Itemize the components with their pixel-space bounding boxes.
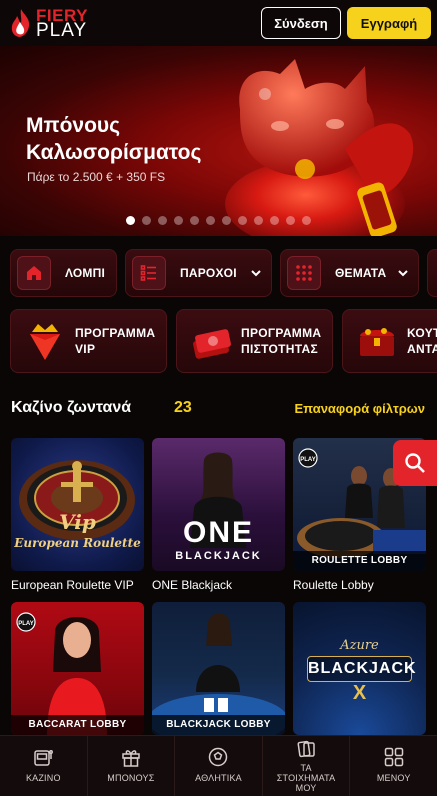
promo-chest-line2: ΑΝΤΑ: [407, 342, 437, 356]
game-thumbnail[interactable]: ONE BLACKJACK: [152, 438, 285, 571]
ruby-crown-icon: [19, 315, 71, 367]
carousel-dot[interactable]: [142, 216, 151, 225]
chip-lobby-label: ΛΟΜΠΙ: [65, 266, 106, 280]
promo-vip-line1: ΠΡΟΓΡΑΜΜΑ: [75, 326, 156, 340]
azure-text: Azure: [340, 638, 379, 653]
play-badge-icon: PLAY: [298, 448, 318, 468]
promo-loyalty-line1: ΠΡΟΓΡΑΜΜΑ: [241, 326, 322, 340]
carousel-dot[interactable]: [126, 216, 135, 225]
carousel-dot[interactable]: [158, 216, 167, 225]
promo-vip-line2: VIP: [75, 342, 96, 356]
flame-icon: [11, 9, 30, 37]
game-card[interactable]: BLACKJACK LOBBY: [152, 602, 285, 742]
one-title-text: ONE: [182, 516, 254, 549]
top-header: FIERY PLAY Σύνδεση Εγγραφή: [0, 0, 437, 46]
grid-dots-icon: [287, 256, 321, 290]
promo-chest[interactable]: ΚΟΥΤ ΑΝΤΑ: [342, 309, 437, 373]
reset-filters-link[interactable]: Επαναφορά φίλτρων: [294, 401, 425, 416]
game-name: Roulette Lobby: [293, 578, 374, 592]
thumb-banner: BLACKJACK LOBBY: [152, 715, 285, 735]
lucky-cat-image: [225, 59, 414, 236]
chip-providers-label: ΠΑΡΟΧΟΙ: [180, 266, 237, 280]
carousel-dot[interactable]: [286, 216, 295, 225]
chip-themes-label: ΘΕΜΑΤΑ: [335, 266, 387, 280]
promo-chest-line1: ΚΟΥΤ: [407, 326, 437, 340]
chevron-down-icon: [398, 270, 408, 277]
game-name: European Roulette VIP: [11, 578, 134, 592]
search-button[interactable]: [393, 440, 437, 486]
hero-banner[interactable]: Μπόνους Καλωσορίσματος Πάρε το 2.500 € +…: [0, 46, 437, 236]
nav-bonus[interactable]: ΜΠΟΝΟΥΣ: [88, 736, 176, 796]
azure-blackjack-text: BLACKJACK: [307, 656, 416, 682]
section-count: 23: [174, 399, 192, 416]
game-thumbnail[interactable]: PLAY BACCARAT LOBBY: [11, 602, 144, 735]
menu-grid-icon: [384, 747, 403, 767]
carousel-dot[interactable]: [238, 216, 247, 225]
home-icon: [17, 256, 51, 290]
game-card[interactable]: Azure BLACKJACK X: [293, 602, 426, 742]
game-thumbnail[interactable]: Azure BLACKJACK X: [293, 602, 426, 735]
games-grid: Vip European Roulette European Roulette …: [11, 438, 437, 742]
blackjack-subtitle-text: BLACKJACK: [175, 550, 262, 562]
promo-loyalty[interactable]: ΠΡΟΓΡΑΜΜΑ ΠΙΣΤΟΤΗΤΑΣ: [176, 309, 333, 373]
chip-providers[interactable]: ΠΑΡΟΧΟΙ: [125, 249, 272, 297]
list-icon: [132, 256, 166, 290]
fiery-play-logo[interactable]: FIERY PLAY: [10, 6, 120, 40]
chevron-down-icon: [251, 270, 261, 277]
nav-sports[interactable]: ΑΘΛΗΤΙΚΑ: [175, 736, 263, 796]
chip-lobby[interactable]: ΛΟΜΠΙ: [10, 249, 117, 297]
promo-cards: ΠΡΟΓΡΑΜΜΑ VIP ΠΡΟΓΡΑΜΜΑ ΠΙΣΤΟΤΗΤΑΣ ΚΟΥΤ …: [10, 309, 437, 373]
promo-vip[interactable]: ΠΡΟΓΡΑΜΜΑ VIP: [10, 309, 167, 373]
hero-subtitle: Πάρε το 2.500 € + 350 FS: [27, 170, 166, 184]
nav-casino[interactable]: ΚΑΖΙΝΟ: [0, 736, 88, 796]
slot-machine-icon: [34, 750, 54, 766]
chip-more[interactable]: [427, 249, 437, 297]
section-title: Καζίνο ζωντανά: [11, 399, 132, 416]
nav-bonus-label: ΜΠΟΝΟΥΣ: [107, 773, 155, 783]
carousel-dot[interactable]: [254, 216, 263, 225]
bet-slip-icon: [297, 740, 315, 758]
nav-menu[interactable]: ΜΕΝΟΥ: [350, 736, 437, 796]
game-thumbnail[interactable]: BLACKJACK LOBBY: [152, 602, 285, 735]
nav-menu-label: ΜΕΝΟΥ: [376, 773, 411, 783]
logo-play-text: PLAY: [36, 20, 88, 41]
nav-casino-label: ΚΑΖΙΝΟ: [25, 773, 61, 783]
cash-stack-icon: [185, 315, 237, 367]
nav-my-bets-label: ΤΑ ΣΤΟΙΧΗΜΑΤΑ ΜΟΥ: [276, 763, 336, 793]
soccer-ball-icon: [209, 747, 228, 767]
carousel-dot[interactable]: [190, 216, 199, 225]
thumb-banner: BACCARAT LOBBY: [11, 715, 144, 735]
register-button[interactable]: Εγγραφή: [347, 7, 431, 39]
thumb-banner: ROULETTE LOBBY: [293, 551, 426, 571]
hero-title: Μπόνους Καλωσορίσματος: [26, 114, 202, 164]
search-icon: [405, 453, 425, 473]
promo-loyalty-line2: ΠΙΣΤΟΤΗΤΑΣ: [241, 342, 318, 356]
play-badge-text: PLAY: [300, 457, 315, 463]
game-card[interactable]: ONE BLACKJACK ONE Blackjack: [152, 438, 285, 592]
carousel-dot[interactable]: [206, 216, 215, 225]
roulette-wheel-image: [19, 460, 135, 540]
play-badge-text: PLAY: [18, 621, 33, 627]
treasure-chest-icon: [351, 315, 403, 367]
play-badge-icon: PLAY: [16, 612, 36, 632]
category-chips: ΛΟΜΠΙ ΠΑΡΟΧΟΙ ΘΕΜΑΤΑ: [10, 249, 437, 297]
nav-sports-label: ΑΘΛΗΤΙΚΑ: [195, 773, 242, 783]
nav-my-bets[interactable]: ΤΑ ΣΤΟΙΧΗΜΑΤΑ ΜΟΥ: [263, 736, 351, 796]
game-name: ONE Blackjack: [152, 578, 233, 592]
game-card[interactable]: Vip European Roulette European Roulette …: [11, 438, 144, 592]
gift-icon: [122, 750, 140, 767]
vip-title-text: Vip: [59, 510, 96, 534]
carousel-dot[interactable]: [222, 216, 231, 225]
european-roulette-text: European Roulette: [14, 536, 141, 550]
azure-x-text: X: [352, 682, 367, 704]
carousel-dot[interactable]: [174, 216, 183, 225]
carousel-dot[interactable]: [270, 216, 279, 225]
login-button[interactable]: Σύνδεση: [261, 7, 341, 39]
carousel-dots: [0, 216, 437, 225]
game-card[interactable]: PLAY BACCARAT LOBBY: [11, 602, 144, 742]
bottom-navigation: ΚΑΖΙΝΟ ΜΠΟΝΟΥΣ ΑΘΛΗΤΙΚΑ ΤΑ ΣΤΟΙΧΗΜΑΤΑ ΜΟ…: [0, 735, 437, 796]
carousel-dot[interactable]: [302, 216, 311, 225]
game-thumbnail[interactable]: Vip European Roulette: [11, 438, 144, 571]
chip-themes[interactable]: ΘΕΜΑΤΑ: [280, 249, 419, 297]
